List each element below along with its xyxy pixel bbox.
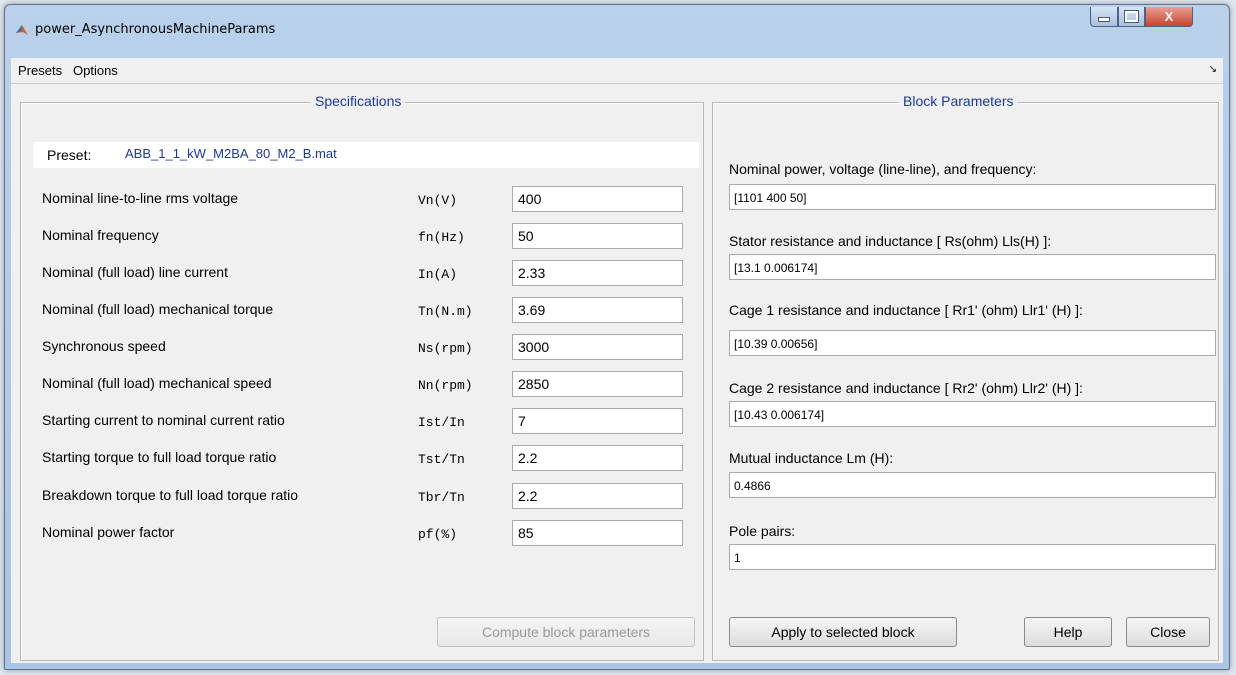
spec-label: Nominal (full load) line current xyxy=(42,264,228,280)
spec-value-input[interactable]: 85 xyxy=(512,520,683,546)
close-button[interactable]: Close xyxy=(1126,617,1210,647)
matlab-logo-icon xyxy=(16,25,28,35)
block-parameters-panel: Block Parameters Nominal power, voltage … xyxy=(712,93,1219,661)
spec-label: Nominal line-to-line rms voltage xyxy=(42,190,239,206)
spec-label: Breakdown torque to full load torque rat… xyxy=(42,487,299,503)
help-button[interactable]: Help xyxy=(1024,617,1112,647)
spec-value-input[interactable]: 2.2 xyxy=(512,445,683,471)
menu-presets[interactable]: Presets xyxy=(18,63,62,78)
menu-bar: Presets Options ↘ xyxy=(11,58,1223,84)
preset-bar: Preset: ABB_1_1_kW_M2BA_80_M2_B.mat xyxy=(33,142,699,168)
dock-arrow-icon[interactable]: ↘ xyxy=(1209,64,1217,75)
block-param-input[interactable]: [10.39 0.00656] xyxy=(729,330,1216,356)
dialog-body: Specifications Preset: ABB_1_1_kW_M2BA_8… xyxy=(11,84,1223,663)
block-param-input[interactable]: [13.1 0.006174] xyxy=(729,254,1216,280)
spec-label: Nominal power factor xyxy=(42,524,175,540)
spec-symbol: Nn(rpm) xyxy=(418,378,473,393)
minimize-icon xyxy=(1098,17,1110,22)
spec-symbol: Ist/In xyxy=(418,415,465,430)
close-window-button[interactable]: X xyxy=(1145,7,1193,27)
preset-label: Preset: xyxy=(47,147,92,163)
spec-label: Nominal (full load) mechanical speed xyxy=(42,375,272,391)
block-param-label: Pole pairs: xyxy=(729,523,796,539)
block-param-label: Stator resistance and inductance [ Rs(oh… xyxy=(729,233,1052,249)
window-title: power_AsynchronousMachineParams xyxy=(35,22,276,37)
spec-value-input[interactable]: 3.69 xyxy=(512,297,683,323)
spec-label: Nominal (full load) mechanical torque xyxy=(42,301,274,317)
specifications-panel: Specifications Preset: ABB_1_1_kW_M2BA_8… xyxy=(20,93,704,661)
spec-symbol: Vn(V) xyxy=(418,193,458,208)
block-param-label: Mutual inductance Lm (H): xyxy=(729,450,894,466)
spec-label: Synchronous speed xyxy=(42,338,166,354)
spec-symbol: Ns(rpm) xyxy=(418,341,473,356)
block-param-input[interactable]: 0.4866 xyxy=(729,472,1216,498)
spec-symbol: Tbr/Tn xyxy=(418,490,465,505)
specifications-title: Specifications xyxy=(311,93,406,109)
menu-options[interactable]: Options xyxy=(73,63,118,78)
compute-block-parameters-button[interactable]: Compute block parameters xyxy=(437,617,695,647)
spec-value-input[interactable]: 3000 xyxy=(512,334,683,360)
spec-symbol: Tn(N.m) xyxy=(418,304,473,319)
preset-value: ABB_1_1_kW_M2BA_80_M2_B.mat xyxy=(125,146,337,161)
spec-value-input[interactable]: 50 xyxy=(512,223,683,249)
spec-value-input[interactable]: 7 xyxy=(512,408,683,434)
block-param-input[interactable]: 1 xyxy=(729,544,1216,570)
spec-label: Starting current to nominal current rati… xyxy=(42,412,285,428)
apply-to-selected-block-button[interactable]: Apply to selected block xyxy=(729,617,957,647)
block-param-label: Nominal power, voltage (line-line), and … xyxy=(729,161,1037,177)
maximize-icon xyxy=(1124,10,1139,23)
spec-value-input[interactable]: 2.33 xyxy=(512,260,683,286)
spec-value-input[interactable]: 2.2 xyxy=(512,483,683,509)
block-param-input[interactable]: [1101 400 50] xyxy=(729,184,1216,210)
block-param-label: Cage 1 resistance and inductance [ Rr1' … xyxy=(729,302,1083,318)
block-parameters-title: Block Parameters xyxy=(899,93,1018,109)
spec-symbol: pf(%) xyxy=(418,527,458,542)
title-bar[interactable]: power_AsynchronousMachineParams X xyxy=(5,5,1229,49)
spec-value-input[interactable]: 400 xyxy=(512,186,683,212)
block-param-input[interactable]: [10.43 0.006174] xyxy=(729,401,1216,427)
spec-label: Nominal frequency xyxy=(42,227,159,243)
spec-symbol: fn(Hz) xyxy=(418,230,465,245)
block-param-label: Cage 2 resistance and inductance [ Rr2' … xyxy=(729,380,1083,396)
app-window: power_AsynchronousMachineParams X Preset… xyxy=(4,4,1230,670)
spec-symbol: In(A) xyxy=(418,267,458,282)
maximize-button[interactable] xyxy=(1118,7,1145,27)
spec-symbol: Tst/Tn xyxy=(418,452,465,467)
spec-label: Starting torque to full load torque rati… xyxy=(42,449,277,465)
close-icon: X xyxy=(1164,9,1174,24)
minimize-button[interactable] xyxy=(1090,7,1118,27)
spec-value-input[interactable]: 2850 xyxy=(512,371,683,397)
